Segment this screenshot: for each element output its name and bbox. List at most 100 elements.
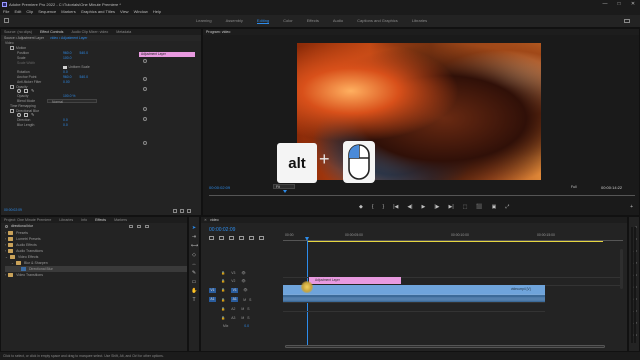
step-forward-button[interactable]: |▶ — [434, 204, 439, 210]
menu-sequence[interactable]: Sequence — [38, 9, 56, 14]
type-tool-icon[interactable]: T — [191, 297, 197, 303]
eye-icon[interactable]: 👁 — [241, 271, 245, 275]
accelerated-effects-icon[interactable] — [129, 225, 133, 228]
scale-value[interactable]: 100.0 — [63, 56, 72, 60]
tab-markers[interactable]: Markers — [114, 218, 127, 222]
play-button[interactable]: ▶ — [422, 204, 426, 210]
reset-icon[interactable] — [143, 141, 147, 145]
track-header-v3[interactable]: 🔒 V3 👁 — [201, 269, 283, 277]
tab-sequence-video[interactable]: video — [210, 218, 219, 222]
workspace-audio[interactable]: Audio — [333, 18, 343, 24]
menu-edit[interactable]: Edit — [14, 9, 21, 14]
snap-icon[interactable] — [219, 236, 224, 240]
opacity-value[interactable]: 100.0 % — [63, 94, 75, 98]
audio-clip-a1[interactable] — [283, 294, 545, 302]
program-timecode-left[interactable]: 00:00:02:09 — [209, 185, 230, 190]
menu-graphics[interactable]: Graphics and Titles — [81, 9, 115, 14]
filter-icon[interactable] — [173, 209, 177, 213]
tab-libraries[interactable]: Libraries — [59, 218, 73, 222]
lock-icon[interactable]: 🔒 — [221, 279, 225, 283]
solo-button[interactable]: S — [249, 298, 251, 302]
workspace-libraries[interactable]: Libraries — [412, 18, 427, 24]
position-y-value[interactable]: 540.0 — [80, 51, 89, 55]
linked-selection-icon[interactable] — [229, 236, 234, 240]
slip-tool-icon[interactable]: ↔ — [191, 261, 197, 267]
extract-button[interactable]: ⬛ — [476, 204, 482, 210]
nest-icon[interactable] — [209, 236, 214, 240]
tab-source[interactable]: Source: (no clips) — [4, 30, 32, 34]
source-patch-v1[interactable]: V1 — [209, 287, 216, 293]
tab-audio-clip-mixer[interactable]: Audio Clip Mixer: video — [71, 30, 108, 34]
menu-help[interactable]: Help — [153, 9, 161, 14]
quick-export-icon[interactable] — [624, 19, 630, 23]
hand-tool-icon[interactable]: ✋ — [191, 288, 197, 294]
go-to-in-button[interactable]: |◀ — [393, 204, 398, 210]
rectangle-mask-icon[interactable] — [24, 89, 28, 94]
mute-button[interactable]: M — [241, 316, 244, 320]
export-icon[interactable] — [187, 209, 191, 213]
lock-icon[interactable]: 🔒 — [221, 307, 225, 311]
export-frame-button[interactable]: ▣ — [492, 204, 497, 210]
source-patch-a1[interactable]: A1 — [209, 297, 216, 302]
mix-value[interactable]: 0.0 — [244, 324, 249, 328]
effects-search-input[interactable]: directional blur — [11, 224, 33, 228]
ellipse-mask-icon[interactable] — [17, 89, 21, 94]
32bit-effects-icon[interactable] — [137, 225, 141, 228]
ellipse-mask-icon[interactable] — [17, 113, 21, 118]
maximize-button[interactable]: □ — [612, 0, 626, 8]
tab-metadata[interactable]: Metadata — [116, 30, 131, 34]
ripple-edit-tool-icon[interactable]: ⟷ — [191, 243, 198, 249]
timeline-settings-icon[interactable] — [249, 236, 254, 240]
workspace-captions[interactable]: Captions and Graphics — [357, 18, 398, 24]
reset-icon[interactable] — [143, 117, 147, 121]
step-back-button[interactable]: ◀| — [407, 204, 412, 210]
lock-icon[interactable]: 🔒 — [221, 316, 225, 320]
adjustment-layer-chip[interactable]: Adjustment Layer — [139, 52, 195, 57]
razor-tool-icon[interactable]: ◇ — [191, 252, 197, 258]
blend-mode-select[interactable]: Normal — [47, 98, 97, 104]
add-marker-icon[interactable] — [239, 236, 244, 240]
mute-button[interactable]: M — [243, 298, 246, 302]
yuv-effects-icon[interactable] — [145, 225, 149, 228]
reset-icon[interactable] — [143, 77, 147, 81]
add-marker-button[interactable]: ◆ — [359, 204, 363, 210]
tab-effects[interactable]: Effects — [95, 218, 106, 222]
menu-view[interactable]: View — [120, 9, 129, 14]
lift-button[interactable]: ⬚ — [463, 204, 468, 210]
go-to-out-button[interactable]: ▶| — [449, 204, 454, 210]
lock-icon[interactable]: 🔒 — [221, 271, 225, 275]
blur-length-value[interactable]: 0.0 — [63, 123, 68, 127]
effects-item-video-transitions[interactable]: › Video Transitions — [5, 272, 187, 278]
track-header-a1[interactable]: A1 🔒 A1 MS — [201, 295, 283, 304]
adjustment-layer-clip[interactable]: Adjustment Layer — [309, 277, 401, 284]
pen-mask-icon[interactable]: ✎ — [31, 113, 35, 117]
lock-icon[interactable]: 🔒 — [221, 288, 225, 292]
rectangle-tool-icon[interactable]: ▭ — [191, 279, 197, 285]
mark-in-button[interactable]: { — [372, 204, 374, 210]
menu-file[interactable]: File — [3, 9, 9, 14]
direction-value[interactable]: 0.0 — [63, 118, 68, 122]
anchor-x-value[interactable]: 960.0 — [63, 75, 72, 79]
ec-row-blur-length[interactable]: Blur Length 0.0 — [5, 123, 201, 128]
reset-icon[interactable] — [143, 87, 147, 91]
track-target-v1[interactable]: V1 — [231, 287, 239, 293]
rotation-value[interactable]: 0.0 — [63, 70, 68, 74]
pen-tool-icon[interactable]: ✎ — [191, 270, 197, 276]
eye-icon[interactable]: 👁 — [241, 279, 245, 283]
track-target-a1[interactable]: A1 — [231, 297, 239, 302]
quality-select[interactable]: Full — [571, 185, 576, 189]
solo-button[interactable]: S — [247, 316, 249, 320]
fit-select[interactable]: Fit — [273, 184, 295, 189]
mute-button[interactable]: M — [241, 307, 244, 311]
track-select-tool-icon[interactable]: ⇥ — [191, 234, 197, 240]
rectangle-mask-icon[interactable] — [24, 113, 28, 118]
pen-mask-icon[interactable]: ✎ — [31, 89, 35, 93]
close-button[interactable]: ✕ — [626, 0, 640, 8]
menu-window[interactable]: Window — [134, 9, 148, 14]
workspace-editing[interactable]: Editing — [256, 18, 270, 24]
workspace-effects[interactable]: Effects — [307, 18, 319, 24]
uniform-scale-checkbox[interactable] — [63, 65, 67, 70]
play-audio-icon[interactable] — [180, 209, 184, 213]
selection-tool-icon[interactable]: ➤ — [191, 225, 197, 231]
minimize-button[interactable]: — — [598, 0, 612, 8]
